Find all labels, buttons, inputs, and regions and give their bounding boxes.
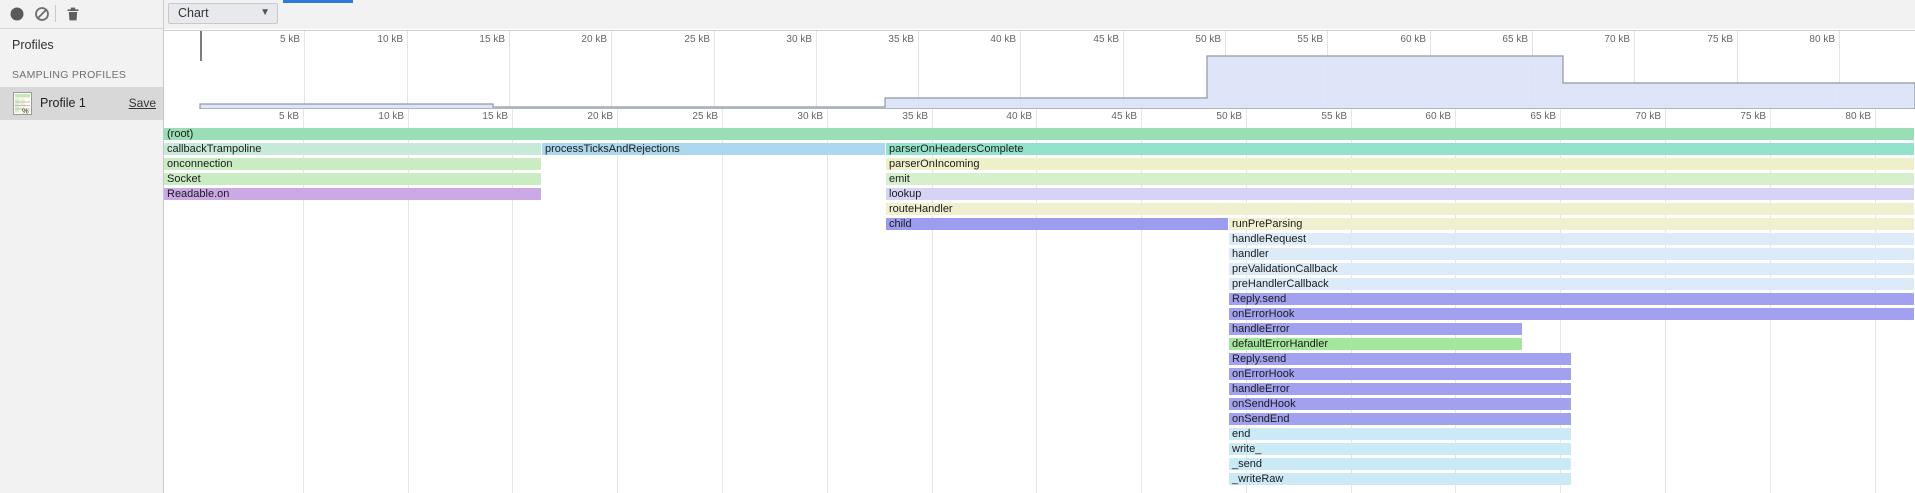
allocation-flame-chart[interactable]: 5 kB 10 kB 15 kB 20 kB 25 kB 30 kB 35 kB 40 kB 4…	[164, 109, 1915, 493]
flame-frame[interactable]: routeHandler	[886, 203, 1914, 215]
active-tab-accent	[283, 0, 353, 3]
flame-frame[interactable]: onErrorHook	[1229, 308, 1914, 320]
flame-gridline	[617, 109, 618, 493]
flame-frame[interactable]: preHandlerCallback	[1229, 278, 1914, 290]
flame-tick-label: 15 kB	[446, 111, 508, 122]
record-button[interactable]	[9, 6, 25, 22]
overview-left-handle[interactable]	[200, 31, 202, 61]
clear-button[interactable]	[34, 6, 50, 22]
flame-frame[interactable]: child	[886, 218, 1228, 230]
flame-frame[interactable]: emit	[886, 173, 1914, 185]
flame-tick-label: 35 kB	[866, 111, 928, 122]
flame-tick-label: 50 kB	[1180, 111, 1242, 122]
flame-gridline	[722, 109, 723, 493]
flame-frame[interactable]: callbackTrampoline	[164, 143, 541, 155]
flame-tick-label: 55 kB	[1285, 111, 1347, 122]
flame-frame[interactable]: Socket	[164, 173, 541, 185]
flame-frame[interactable]: onSendEnd	[1229, 413, 1571, 425]
profiler-toolbar: Chart ▼	[0, 0, 1915, 29]
flame-tick-label: 25 kB	[656, 111, 718, 122]
flame-frame[interactable]: handleRequest	[1229, 233, 1914, 245]
flame-tick-label: 80 kB	[1809, 111, 1871, 122]
flame-frame[interactable]: parserOnHeadersComplete	[886, 143, 1914, 155]
flame-frame[interactable]: (root)	[164, 128, 1914, 140]
trash-icon	[65, 6, 81, 22]
flame-tick-label: 30 kB	[761, 111, 823, 122]
profile-document-icon: %	[13, 92, 32, 120]
memory-profiler-panel: Chart ▼ Profiles SAMPLING PROFILES %	[0, 0, 1915, 493]
flame-tick-label: 45 kB	[1075, 111, 1137, 122]
view-mode-value: Chart	[178, 6, 209, 20]
flame-tick-label: 10 kB	[342, 111, 404, 122]
flame-frame[interactable]: Readable.on	[164, 188, 541, 200]
svg-text:%: %	[22, 107, 29, 116]
flame-frame[interactable]: handleError	[1229, 323, 1522, 335]
profile-name: Profile 1	[40, 96, 86, 110]
toolbar-pane-divider	[163, 0, 164, 28]
flame-frame[interactable]: Reply.send	[1229, 353, 1571, 365]
delete-profile-button[interactable]	[65, 6, 81, 22]
flame-tick-label: 40 kB	[970, 111, 1032, 122]
chevron-down-icon: ▼	[260, 7, 270, 18]
flame-frame[interactable]: onconnection	[164, 158, 541, 170]
flame-frame[interactable]: onSendHook	[1229, 398, 1571, 410]
flame-tick-label: 60 kB	[1389, 111, 1451, 122]
flame-frame[interactable]: _writeRaw	[1229, 473, 1571, 485]
flame-tick-label: 70 kB	[1599, 111, 1661, 122]
overview-area-chart	[164, 31, 1915, 109]
flame-frame[interactable]: defaultErrorHandler	[1229, 338, 1522, 350]
profile-list-item[interactable]: % Profile 1 Save	[0, 87, 163, 120]
clear-icon	[34, 6, 50, 22]
flame-frame[interactable]: lookup	[886, 188, 1914, 200]
sidebar-title: Profiles	[12, 38, 54, 52]
flame-frame[interactable]: onErrorHook	[1229, 368, 1571, 380]
flame-frame[interactable]: end	[1229, 428, 1571, 440]
flame-tick-label: 5 kB	[237, 111, 299, 122]
flame-frame[interactable]: processTicksAndRejections	[542, 143, 885, 155]
flame-frame[interactable]: handleError	[1229, 383, 1571, 395]
flame-tick-label: 65 kB	[1494, 111, 1556, 122]
profiles-sidebar: Profiles SAMPLING PROFILES % Profile 1 S…	[0, 29, 164, 493]
flame-frame[interactable]: parserOnIncoming	[886, 158, 1914, 170]
sampling-profiles-heading: SAMPLING PROFILES	[12, 69, 126, 81]
toolbar-separator	[55, 5, 56, 22]
flame-frame[interactable]: _send	[1229, 458, 1571, 470]
flame-tick-label: 20 kB	[551, 111, 613, 122]
flame-frame[interactable]: runPreParsing	[1229, 218, 1914, 230]
record-icon	[9, 6, 25, 22]
flame-frame[interactable]: Reply.send	[1229, 293, 1914, 305]
flame-frame[interactable]: write_	[1229, 443, 1571, 455]
flame-frame[interactable]: preValidationCallback	[1229, 263, 1914, 275]
allocation-overview-timeline[interactable]: 5 kB10 kB15 kB20 kB25 kB30 kB35 kB40 kB4…	[164, 30, 1915, 110]
flame-gridline	[827, 109, 828, 493]
flame-frame[interactable]: handler	[1229, 248, 1914, 260]
flame-tick-label: 75 kB	[1704, 111, 1766, 122]
view-mode-select[interactable]: Chart ▼	[168, 3, 278, 24]
save-profile-link[interactable]: Save	[129, 96, 156, 110]
